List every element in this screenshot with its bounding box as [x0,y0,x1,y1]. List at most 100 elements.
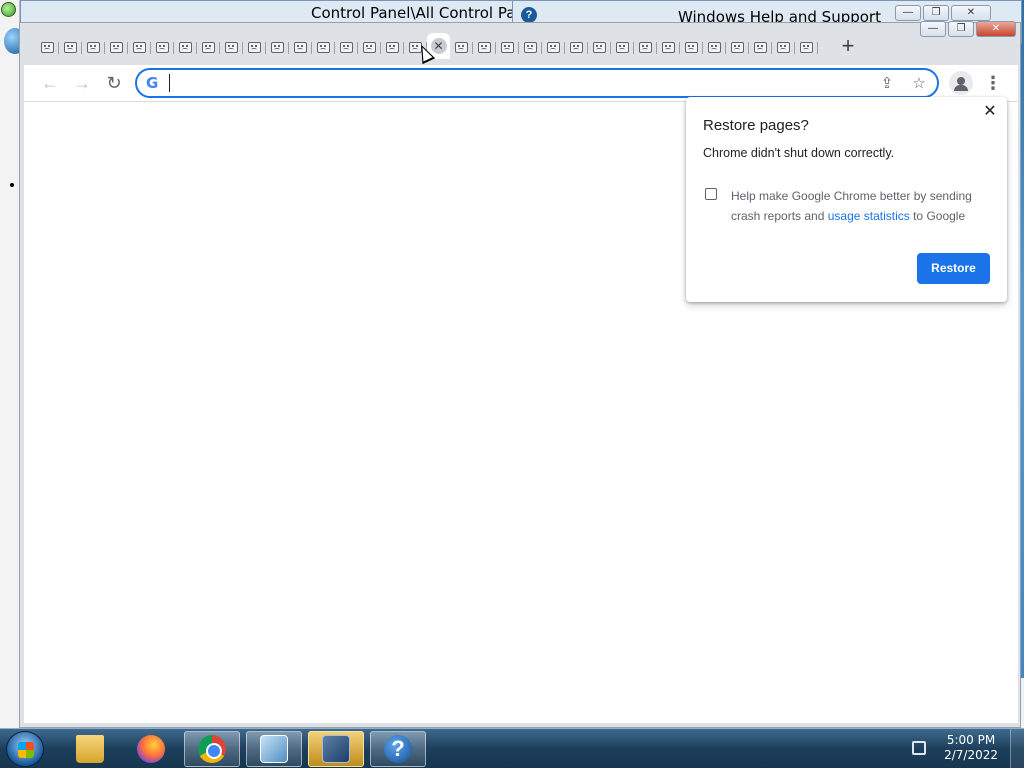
browser-tab[interactable] [82,37,105,57]
sad-tab-icon [41,41,54,53]
browser-tab[interactable] [772,37,795,57]
browser-tab[interactable] [36,37,59,57]
browser-tab[interactable] [749,37,772,57]
browser-tab[interactable] [496,37,519,57]
browser-tab[interactable] [243,37,266,57]
usage-statistics-link[interactable]: usage statistics [828,209,910,223]
clock-time: 5:00 PM [946,733,996,747]
browser-tab[interactable] [381,37,404,57]
help-maximize-button[interactable]: ❐ [923,5,949,21]
taskbar-explorer[interactable] [62,731,118,767]
sad-tab-icon [225,41,238,53]
google-g-icon: G [146,74,159,92]
profile-icon-body [954,85,968,91]
browser-tab[interactable] [611,37,634,57]
browser-tab[interactable] [197,37,220,57]
help-window-icon: ? [521,7,537,23]
browser-tab[interactable] [450,37,473,57]
profile-icon [957,77,965,85]
sad-tab-icon [317,41,330,53]
profile-avatar-button[interactable] [949,71,973,95]
sad-tab-icon [754,41,767,53]
restore-button[interactable]: Restore [917,253,990,284]
clock-date: 2/7/2022 [944,748,998,762]
help-minimize-button[interactable]: — [895,5,921,21]
browser-tab[interactable] [473,37,496,57]
browser-tab[interactable] [726,37,749,57]
taskbar-chrome[interactable] [184,731,240,767]
sad-tab-icon [386,41,399,53]
browser-tab[interactable] [174,37,197,57]
green-status-icon[interactable] [1,2,16,17]
browser-tab[interactable] [59,37,82,57]
browser-tab[interactable] [358,37,381,57]
browser-tab[interactable] [680,37,703,57]
sad-tab-icon [547,41,560,53]
browser-toolbar: ← → ↻ G ⇪ ☆ ⋮ [24,65,1018,101]
browser-tab[interactable] [634,37,657,57]
clock[interactable]: 5:00 PM 2/7/2022 [944,733,998,763]
chrome-window[interactable]: ✕ + — ❐ ✕ ← → ↻ G ⇪ ☆ ⋮ ✕ Restore pages?… [19,21,1021,728]
sad-tab-icon [294,41,307,53]
close-icon[interactable]: ✕ [981,103,999,121]
taskbar-firefox[interactable] [123,731,179,767]
sad-tab-icon [202,41,215,53]
bullet-icon [10,183,14,187]
share-icon[interactable]: ⇪ [877,74,897,94]
help-icon: ? [384,735,412,763]
browser-tab[interactable] [266,37,289,57]
browser-tab[interactable] [151,37,174,57]
network-icon[interactable] [912,741,926,755]
help-close-button[interactable]: ✕ [951,5,991,21]
chrome-close-button[interactable]: ✕ [976,21,1016,37]
sad-tab-icon [248,41,261,53]
chrome-maximize-button[interactable]: ❐ [948,21,974,37]
system-tray: 5:00 PM 2/7/2022 [904,729,1024,768]
browser-tab[interactable] [312,37,335,57]
browser-tab[interactable] [588,37,611,57]
start-button[interactable] [6,731,44,767]
crash-report-checkbox[interactable] [705,188,717,200]
omnibox[interactable]: G ⇪ ☆ [135,68,939,98]
browser-tab[interactable] [220,37,243,57]
left-desktop-strip [0,0,26,728]
sad-tab-icon [708,41,721,53]
sad-tab-icon [593,41,606,53]
dialog-message: Chrome didn't shut down correctly. [703,146,895,160]
folder-icon [76,735,104,763]
sad-tab-icon [570,41,583,53]
sad-tab-icon [179,41,192,53]
tab-close-icon[interactable]: ✕ [430,38,447,54]
reload-button[interactable]: ↻ [102,71,126,95]
sad-tab-icon [616,41,629,53]
chrome-menu-button[interactable]: ⋮ [981,71,1005,95]
sad-tab-icon [501,41,514,53]
taskbar: ? 5:00 PM 2/7/2022 [0,728,1024,768]
taskbar-remote-desktop[interactable] [308,731,364,767]
browser-tab[interactable] [542,37,565,57]
back-button[interactable]: ← [38,71,62,95]
chrome-minimize-button[interactable]: — [920,21,946,37]
sad-tab-icon [524,41,537,53]
browser-tab[interactable] [335,37,358,57]
browser-tab[interactable] [657,37,680,57]
browser-tab[interactable] [703,37,726,57]
sad-tab-icon [685,41,698,53]
browser-tab[interactable] [795,37,818,57]
browser-tab[interactable] [519,37,542,57]
control-panel-title: Control Panel\All Control Panel [311,4,539,22]
new-tab-button[interactable]: + [836,35,860,59]
dialog-title: Restore pages? [703,117,809,134]
taskbar-control-panel[interactable] [246,731,302,767]
browser-tab[interactable] [565,37,588,57]
address-input[interactable] [169,74,869,92]
forward-button[interactable]: → [70,71,94,95]
sad-tab-icon [455,41,468,53]
browser-tab[interactable] [289,37,312,57]
bookmark-star-icon[interactable]: ☆ [909,74,929,94]
taskbar-help[interactable]: ? [370,731,426,767]
sad-tab-icon [800,41,813,53]
browser-tab[interactable] [128,37,151,57]
show-desktop-button[interactable] [1010,729,1024,768]
browser-tab[interactable] [105,37,128,57]
